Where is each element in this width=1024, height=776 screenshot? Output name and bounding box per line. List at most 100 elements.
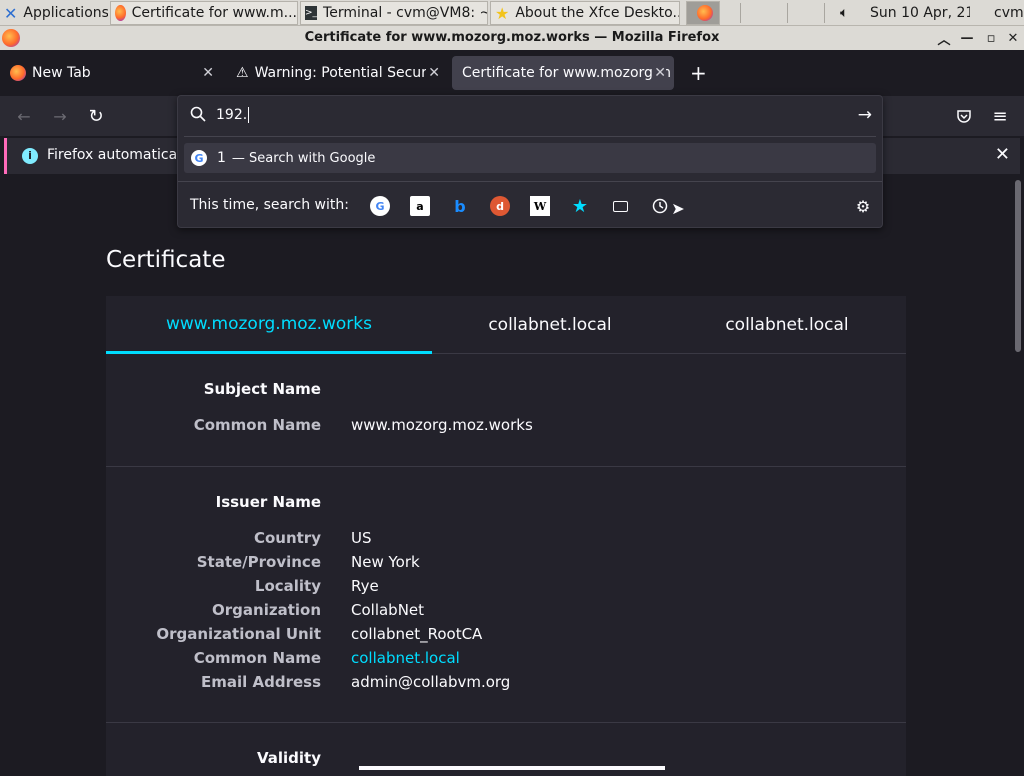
issuer-common-name-link[interactable]: collabnet.local (351, 649, 460, 667)
taskbar-label: Terminal - cvm@VM8: ~ (323, 5, 488, 21)
mouse-cursor-icon: ➤ (671, 198, 685, 218)
validity-section: Validity (106, 723, 906, 776)
panel-separator (740, 3, 741, 23)
certificate-tabs: www.mozorg.moz.works collabnet.local col… (106, 296, 906, 354)
star-icon: ★ (495, 3, 510, 23)
subject-name-section: Subject Name Common Name www.mozorg.moz.… (106, 354, 906, 467)
window-close-button[interactable]: ✕ (1004, 29, 1022, 47)
taskbar-item-firefox[interactable]: Certificate for www.m... (110, 1, 298, 25)
forward-icon[interactable]: → (48, 104, 72, 128)
amazon-icon[interactable]: a (410, 196, 430, 216)
urlbar[interactable]: 192. → (178, 96, 882, 136)
issuer-name-section: Issuer Name Country US State/Province Ne… (106, 467, 906, 723)
go-arrow-icon[interactable]: → (858, 105, 872, 125)
taskbar-item-about-xfce[interactable]: ★ About the Xfce Deskto... (490, 1, 680, 25)
history-icon[interactable] (650, 196, 670, 216)
close-icon[interactable]: ✕ (652, 65, 666, 81)
user-name[interactable]: cvm (990, 1, 1024, 25)
wikipedia-icon[interactable]: W (530, 196, 550, 216)
section-header: Issuer Name (215, 493, 321, 511)
field-value: collabnet_RootCA (351, 625, 483, 643)
info-icon: i (22, 148, 38, 164)
section-header: Subject Name (203, 380, 321, 398)
clock[interactable]: Sun 10 Apr, 21:35 (866, 1, 970, 25)
field-value: admin@collabvm.org (351, 673, 511, 691)
field-label: Country (253, 529, 321, 547)
duckduckgo-icon[interactable]: d (490, 196, 510, 216)
field-value: New York (351, 553, 420, 571)
terminal-icon: >_ (305, 6, 318, 20)
oneoff-label: This time, search with: (190, 197, 349, 213)
back-icon[interactable]: ← (12, 104, 36, 128)
field-value: CollabNet (351, 601, 425, 619)
workspace-1[interactable] (686, 1, 720, 25)
firefox-icon (115, 5, 126, 21)
close-icon[interactable]: ✕ (995, 144, 1010, 165)
tab-label: Warning: Potential Securi (254, 65, 431, 81)
bing-icon[interactable]: b (450, 196, 470, 216)
tab-label: Certificate for www.mozorg.m (462, 65, 671, 81)
google-icon: G (191, 150, 207, 166)
firefox-icon (10, 65, 26, 81)
firefox-icon (697, 5, 713, 21)
section-header: Validity (256, 749, 321, 767)
tab-certificate[interactable]: Certificate for www.mozorg.m ✕ (452, 56, 674, 90)
field-value: Rye (351, 577, 379, 595)
panel-separator (824, 3, 825, 23)
xfce-logo-icon: ✕ (4, 3, 18, 23)
page-content: Certificate www.mozorg.moz.works collabn… (0, 178, 1012, 776)
xfce-panel: ✕ Applications ⋮ Certificate for www.m..… (0, 0, 1024, 26)
window-titlebar[interactable]: Certificate for www.mozorg.moz.works — M… (0, 26, 1024, 50)
cert-tab-root[interactable]: collabnet.local (668, 296, 906, 354)
new-tab-button[interactable]: + (680, 56, 710, 90)
menu-icon[interactable]: ≡ (988, 104, 1012, 128)
tab-strip: New Tab ✕ ⚠ Warning: Potential Securi ✕ … (0, 50, 1024, 96)
bookmarks-icon[interactable]: ★ (570, 196, 590, 217)
applications-label: Applications (23, 5, 108, 21)
cert-tab-leaf[interactable]: www.mozorg.moz.works (106, 296, 432, 354)
taskbar-label: Certificate for www.m... (131, 5, 297, 21)
certificate-viewer: www.mozorg.moz.works collabnet.local col… (106, 296, 906, 776)
taskbar-item-terminal[interactable]: >_ Terminal - cvm@VM8: ~ (300, 1, 488, 25)
pocket-icon[interactable] (952, 104, 976, 128)
reload-icon[interactable]: ↻ (84, 104, 108, 128)
search-suggestion-row[interactable]: G 1 — Search with Google (184, 143, 876, 173)
window-shade-button[interactable]: ︿ (935, 29, 953, 48)
settings-gear-icon[interactable]: ⚙ (853, 196, 873, 216)
tabs-icon[interactable] (610, 196, 630, 216)
field-value: www.mozorg.moz.works (351, 416, 533, 434)
applications-menu-button[interactable]: ✕ Applications ⋮ (0, 1, 108, 25)
field-label: Locality (254, 577, 321, 595)
window-maximize-button[interactable]: ▫ (982, 29, 1000, 47)
validity-bar (359, 766, 665, 770)
close-icon[interactable]: ✕ (202, 65, 214, 81)
scrollbar-thumb[interactable] (1015, 180, 1021, 352)
cert-tab-intermediate[interactable]: collabnet.local (432, 296, 668, 354)
google-icon[interactable]: G (370, 196, 390, 216)
taskbar-label: About the Xfce Deskto... (515, 5, 680, 21)
field-label: Organizational Unit (156, 625, 321, 643)
page-title: Certificate (106, 247, 226, 273)
tab-security-warning[interactable]: ⚠ Warning: Potential Securi ✕ (226, 56, 448, 90)
field-label: Common Name (193, 649, 321, 667)
field-label: Organization (212, 601, 321, 619)
field-label: State/Province (196, 553, 321, 571)
window-title: Certificate for www.mozorg.moz.works — M… (304, 30, 720, 45)
window-minimize-button[interactable]: — (958, 29, 976, 47)
urlbar-input[interactable]: 192. (216, 107, 250, 123)
volume-icon[interactable]: 🔈︎ (836, 1, 862, 25)
notification-text: Firefox automaticall (47, 147, 185, 163)
divider (184, 136, 876, 137)
tab-new-tab[interactable]: New Tab ✕ (0, 56, 222, 90)
warning-icon: ⚠ (236, 65, 249, 81)
field-label: Email Address (200, 673, 321, 691)
page-scrollbar[interactable] (1012, 178, 1024, 768)
field-label: Common Name (193, 416, 321, 434)
close-icon[interactable]: ✕ (426, 65, 440, 81)
urlbar-popup: 192. → G 1 — Search with Google This tim… (177, 95, 883, 228)
panel-separator (787, 3, 788, 23)
suggestion-text: 1 (217, 150, 226, 166)
tab-label: New Tab (32, 65, 91, 81)
suggestion-action: — Search with Google (231, 150, 376, 166)
search-icon (190, 106, 206, 126)
